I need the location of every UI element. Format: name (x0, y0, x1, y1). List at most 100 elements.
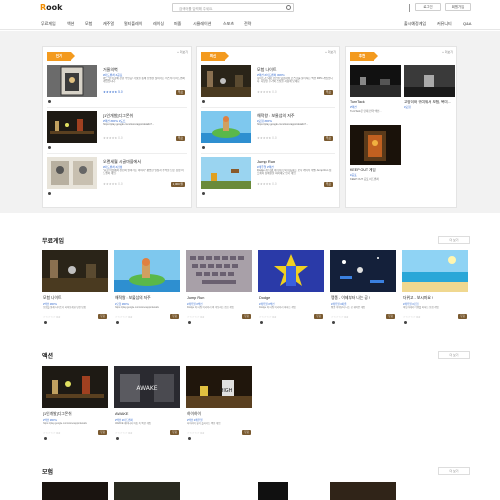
price-badge: 1,000 원 (170, 182, 185, 187)
game-description: 펭퐁 이제부터 나는 공 귀여운 게임 (331, 306, 366, 309)
nav-item-free[interactable]: 무료게임 (41, 21, 56, 27)
game-description: https://play.google.com/store/apps/detai… (103, 123, 155, 126)
avatar (188, 437, 191, 440)
price-badge: 무료 (175, 90, 185, 95)
game-description: TurnTack은 턴제 전략 액션... (350, 110, 382, 113)
section-more-button[interactable]: 더 보기 (438, 467, 470, 475)
game-thumbnail[interactable]: AWAKE (114, 366, 180, 408)
recommend-more-link[interactable]: + 더보기 (442, 50, 453, 54)
game-thumbnail[interactable] (42, 366, 108, 408)
game-card[interactable]: [1인개발]디그몬쉬 #액션 #RPG #도트 https://play.goo… (47, 111, 187, 151)
game-card[interactable]: AWAKE AWAKE #액션 #어드벤처 AWAKE 깨어나라 어둠 속 액션… (114, 366, 180, 451)
price-badge: 무료 (323, 136, 333, 141)
game-card[interactable]: 거울의벽 #어드벤처 #공포 어느 날 미궁에 갇힌 주인공! 거울을 통해 진… (47, 65, 187, 105)
game-thumbnail[interactable] (350, 125, 401, 165)
recommend-ribbon: 추천 (350, 52, 378, 61)
game-thumbnail[interactable] (186, 250, 252, 292)
game-card[interactable]: 해적왕 : 보물섬의 저주 #모험 #RPG https://play.goog… (114, 250, 180, 335)
game-card[interactable]: [1인개발]디그몬쉬 #액션 #RPG https://play.google.… (42, 366, 108, 451)
avatar (48, 192, 51, 195)
search-placeholder: 검색어를 입력해 주세요. (179, 7, 214, 11)
rating-stars: ☆☆☆☆☆ 0.0 (187, 315, 205, 319)
popular-column: 인기 + 더보기 거울의벽 #어드벤처 #공포 어느 날 미궁에 갇힌 주인공!… (42, 46, 192, 208)
game-card[interactable]: Jump Run #캐주얼 #액션 Dodge 쳐 타워 이리저리 외 이동하는… (186, 250, 252, 335)
game-description: 바닷가에서 더위를 피하는 모험 게임 (403, 306, 439, 309)
game-title[interactable]: Dodge (259, 296, 270, 300)
rating-stars: ☆☆☆☆☆ 0.0 (187, 431, 205, 435)
game-thumbnail[interactable] (42, 250, 108, 292)
popular-more-link[interactable]: + 더보기 (177, 50, 188, 54)
game-title[interactable]: TurnTack (350, 100, 365, 104)
game-title[interactable]: 해적왕 : 보물섬의 저주 (115, 296, 151, 301)
section-more-button[interactable]: 더 보기 (438, 236, 470, 244)
game-thumbnail[interactable] (201, 65, 251, 97)
nav-item-strategy[interactable]: 전략 (244, 21, 251, 27)
game-card[interactable]: 모험 나이트 #액션 #어드벤처 #RPG 나이트가 되어 던전을 탐험하며 몬… (201, 65, 335, 105)
game-thumbnail[interactable] (402, 250, 468, 292)
game-description: 하이하이 높이 올라가는 액션 게임 (187, 422, 221, 425)
game-thumbnail[interactable] (201, 157, 251, 189)
game-thumbnail[interactable] (114, 250, 180, 292)
nav-item-adventure[interactable]: 모험 (85, 21, 92, 27)
game-thumbnail[interactable] (47, 65, 97, 97)
game-title[interactable]: 더위고 - 보시마요 ! (403, 296, 433, 301)
game-title[interactable]: Jump Run (257, 159, 275, 164)
game-title[interactable]: Jump Run (187, 296, 204, 300)
game-thumbnail[interactable] (258, 482, 288, 500)
featured-area: 인기 + 더보기 거울의벽 #어드벤처 #공포 어느 날 미궁에 갇힌 주인공!… (0, 31, 500, 213)
game-thumbnail[interactable] (201, 111, 251, 143)
nav-item-racing[interactable]: 레이싱 (153, 21, 164, 27)
avatar (48, 100, 51, 103)
nav-item-multiplayer[interactable]: 멀티플레이 (124, 21, 142, 27)
signup-button[interactable]: 회원가입 (445, 3, 471, 11)
nav-item-casual[interactable]: 캐주얼 (103, 21, 114, 27)
site-logo[interactable]: Rook (40, 3, 62, 12)
game-thumbnail[interactable] (330, 250, 396, 292)
nav-item-qna[interactable]: Q&A (463, 21, 471, 26)
search-icon[interactable] (286, 5, 291, 10)
game-card[interactable]: Dodge #캐주얼 #액션 Dodge 쳐 타워 이리저리 피하는 게임 ☆☆… (258, 250, 324, 335)
section-title-adventure: 모험 (42, 470, 54, 476)
game-title[interactable]: 펭퐁 - 이제부터 나는 공 ! (331, 296, 370, 301)
search-input[interactable]: 검색어를 입력해 주세요. (172, 3, 294, 12)
game-card[interactable]: HIGH 하이하이 #액션 #캐주얼 하이하이 높이 올라가는 액션 게임 ☆☆… (186, 366, 252, 451)
latest-more-link[interactable]: + 더보기 (325, 50, 336, 54)
nav-item-action[interactable]: 액션 (67, 21, 74, 27)
nav-item-simulation[interactable]: 시뮬레이션 (193, 21, 211, 27)
game-card[interactable]: 더위고 - 보시마요 ! #캐주얼 #모험 바닷가에서 더위를 피하는 모험 게… (402, 250, 468, 335)
game-thumbnail[interactable] (258, 250, 324, 292)
game-title[interactable]: AWAKE (115, 412, 128, 416)
game-description: 나이트가 되어 던전을 탐험하며 몬스터를 물리치는 액션 RPG 게임입니다.… (257, 77, 333, 84)
game-thumbnail[interactable] (114, 482, 180, 500)
avatar (116, 321, 119, 324)
game-thumbnail[interactable] (404, 65, 455, 97)
section-more-button[interactable]: 더 보기 (438, 351, 470, 359)
nav-item-community[interactable]: 커뮤니티 (437, 21, 452, 27)
nav-item-sports[interactable]: 스포츠 (223, 21, 234, 27)
game-card[interactable]: 오랜세월 시골마을에서 #어드벤처 #감성 "시골 마을에서 천천히 살아가는 … (47, 157, 187, 197)
rating-stars: ★★★★★ 5.0 (103, 90, 123, 94)
price-badge: 무료 (242, 314, 251, 319)
game-card[interactable]: 해적왕 : 보물섬의 저주 #모험 #RPG https://play.goog… (201, 111, 335, 151)
game-thumbnail[interactable] (330, 482, 396, 500)
game-card[interactable]: 모험 나이트 #액션 #RPG 모험을 통해 나이트가 되어보세요 던전 탐험 … (42, 250, 108, 335)
game-thumbnail[interactable] (42, 482, 108, 500)
nav-item-upcoming[interactable]: 출시예정게임 (404, 21, 426, 27)
game-thumbnail[interactable] (350, 65, 401, 97)
avatar (260, 321, 263, 324)
nav-item-puzzle[interactable]: 퍼즐 (174, 21, 181, 27)
svg-text:AWAKE: AWAKE (136, 385, 157, 392)
game-card[interactable]: 펭퐁 - 이제부터 나는 공 ! #캐주얼 #퍼즐 펭퐁 이제부터 나는 공 귀… (330, 250, 396, 335)
game-title[interactable]: 고양이와 귀여워서 모험, 복미... (404, 100, 456, 105)
game-title[interactable]: [1인개발]디그몬쉬 (43, 412, 72, 417)
rating-stars: ☆☆☆☆☆ 0.0 (43, 431, 61, 435)
game-thumbnail[interactable] (47, 157, 97, 189)
game-title[interactable]: 하이하이 (187, 412, 201, 417)
login-button[interactable]: 로그인 (415, 3, 441, 11)
game-thumbnail[interactable]: HIGH (186, 366, 252, 408)
game-card[interactable]: Jump Run #캐주얼 #액션 Dodge 쳐 타워 이리저리 외 이동하는… (201, 157, 335, 197)
game-thumbnail[interactable] (47, 111, 97, 143)
recommend-column: 추천 + 더보기 TurnTack #액션 TurnTack은 턴제 전략 액션… (345, 46, 457, 208)
game-title[interactable]: 모험 나이트 (43, 296, 62, 301)
rating-stars: ☆☆☆☆☆ 0.0 (43, 315, 61, 319)
